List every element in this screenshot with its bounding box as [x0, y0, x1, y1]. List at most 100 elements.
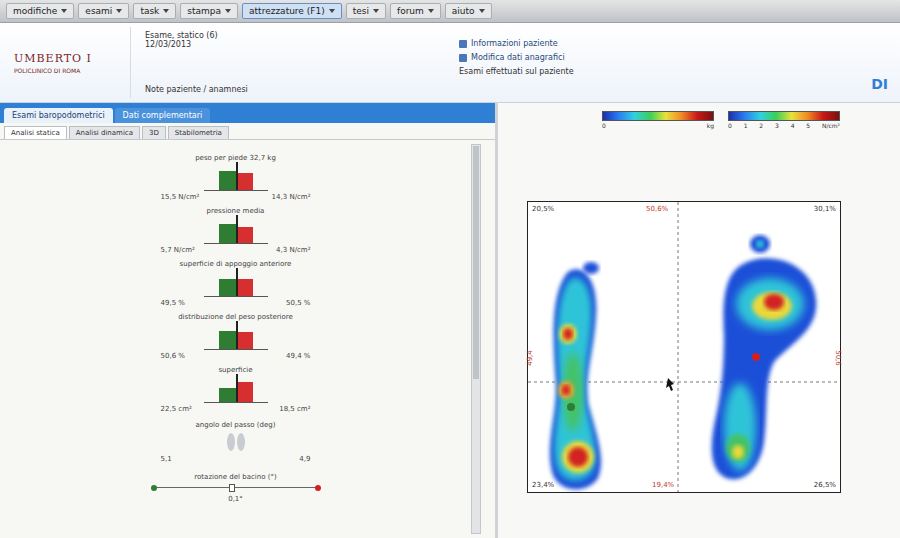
color-scale: 012345N/cm² [728, 111, 840, 129]
scale-gradient [602, 111, 714, 121]
left-panel: Esami baropodometriciDati complementari A… [0, 103, 498, 538]
right-panel: 0kg012345N/cm²20,5%50,6%30,1%23,4%19,4%2… [498, 103, 900, 538]
dropdown-icon [116, 9, 122, 13]
left-content: peso per piede 32,7 kg15,5 N/cm²14,3 N/c… [0, 140, 495, 538]
links: Informazioni paziente Modifica dati anagr… [459, 27, 853, 98]
scale-gradient [728, 111, 840, 121]
scale-ticks: 012345N/cm² [728, 122, 840, 129]
metric-label: pressione media [207, 207, 265, 215]
link-icon [459, 40, 467, 48]
metrics: peso per piede 32,7 kg15,5 N/cm²14,3 N/c… [0, 140, 471, 538]
slider-reading: 0,1° [228, 495, 243, 503]
center-mark [236, 374, 238, 402]
scale-tick: 2 [759, 122, 763, 129]
metric-label: superficie di appoggio anteriore [180, 260, 292, 268]
footprint-icon [222, 431, 250, 453]
metric: peso per piede 32,7 kg15,5 N/cm²14,3 N/c… [161, 154, 311, 201]
tab-bar: Esami baropodometriciDati complementari [0, 103, 495, 123]
metric: pressione media 5,7 N/cm²4,3 N/cm² [161, 207, 311, 254]
header: UMBERTO IPOLICLINICO DI ROMAEsame, stati… [0, 23, 900, 103]
right-bar [236, 227, 253, 243]
bottom-right-percent: 26,5% [814, 481, 836, 489]
color-scales: 0kg012345N/cm² [602, 111, 840, 129]
pressure-heatmap [528, 202, 840, 492]
patient-line: Esame, statico (6) [145, 31, 445, 40]
subtab[interactable]: Analisi statica [4, 126, 67, 139]
top-left-percent: 20,5% [532, 205, 554, 213]
right-reading: 14,3 N/cm² [272, 193, 311, 201]
left-side-percent: 49,4 [526, 350, 534, 366]
menu-button[interactable]: stampa [180, 3, 238, 19]
scrollbar[interactable] [471, 144, 481, 534]
top-center-percent: 50,6% [646, 205, 668, 213]
left-reading: 15,5 N/cm² [161, 193, 200, 201]
slider-right-dot [315, 485, 321, 491]
left-bar [219, 171, 236, 190]
readings: 5,7 N/cm²4,3 N/cm² [161, 246, 311, 254]
readings: 49,5 %50,5 % [161, 299, 311, 307]
menu-button[interactable]: esami [78, 3, 129, 19]
plot-wrap: 20,5% 50,6% 30,1% 23,4% 19,4% 26,5% 49,4 50,6 [527, 129, 871, 538]
left-cop-marker [567, 403, 575, 411]
center-mark [236, 162, 238, 190]
left-reading: 22,5 cm² [161, 405, 192, 413]
scroll-thumb[interactable] [473, 146, 479, 379]
right-reading: 18,5 cm² [279, 405, 310, 413]
header-link[interactable]: Informazioni paziente [459, 39, 853, 48]
foot-block: angolo del passo (deg)5,14,9 [161, 421, 311, 463]
tab[interactable]: Dati complementari [115, 108, 211, 123]
subtab[interactable]: 3D [142, 126, 166, 139]
link-icon [459, 54, 467, 62]
readings: 22,5 cm² 18,5 cm² [161, 405, 311, 413]
right-cop-marker [752, 353, 760, 361]
right-reading: 49,4 % [286, 352, 310, 360]
subtab[interactable]: Analisi dinamica [69, 126, 140, 139]
metric-label: superficie [218, 366, 252, 374]
subtab[interactable]: Stabilometria [168, 126, 229, 139]
scale-tick: 0 [728, 122, 732, 129]
right-bar [236, 279, 253, 296]
right-bar [236, 173, 253, 190]
scale-ticks: 0kg [602, 122, 714, 129]
footprint-plot: 20,5% 50,6% 30,1% 23,4% 19,4% 26,5% 49,4 50,6 [527, 201, 841, 493]
menu-button[interactable]: forum [390, 3, 441, 19]
right-foot [712, 235, 816, 479]
menu-button[interactable]: modifiche [6, 3, 74, 19]
bar-pair [204, 323, 268, 350]
slider-thumb[interactable] [229, 484, 235, 492]
metric: superficie 22,5 cm² 18,5 cm² [161, 366, 311, 413]
foot-readings: 5,14,9 [161, 455, 311, 463]
bottom-center-percent: 19,4% [652, 481, 674, 489]
slider[interactable] [151, 484, 321, 492]
right-bar [236, 332, 253, 349]
left-bar [219, 224, 236, 243]
foot-reading: 5,1 [161, 455, 172, 463]
dropdown-icon [61, 9, 67, 13]
readings: 50,6 % 49,4 % [161, 352, 311, 360]
center-cursor-icon [666, 378, 674, 391]
brand: DI [867, 76, 892, 98]
tab[interactable]: Esami baropodometrici [4, 108, 113, 123]
right-reading: 4,3 N/cm² [276, 246, 310, 254]
bar-pair [204, 217, 268, 244]
left-reading: 50,6 % [161, 352, 185, 360]
bottom-left-percent: 23,4% [532, 481, 554, 489]
metric: superficie di appoggio anteriore 49,5 %50… [161, 260, 311, 307]
header-link[interactable]: Modifica dati anagrafici [459, 53, 853, 62]
top-right-percent: 30,1% [814, 205, 836, 213]
left-bar [219, 331, 236, 349]
readings: 15,5 N/cm² 14,3 N/cm² [161, 193, 311, 201]
menu-button[interactable]: task [133, 3, 176, 19]
right-side-percent: 50,6 [834, 350, 842, 366]
menu-button[interactable]: tesi [346, 3, 386, 19]
slider-track [155, 487, 317, 488]
patient-note[interactable]: Note paziente / anamnesi [145, 85, 445, 94]
scale-unit: kg [707, 122, 714, 129]
metric-label: distribuzione del peso posteriore [178, 313, 293, 321]
patient-line: 12/03/2013 [145, 40, 445, 49]
menu-button[interactable]: attrezzature (F1) [242, 3, 342, 19]
color-scale: 0kg [602, 111, 714, 129]
menu-button[interactable]: aiuto [445, 3, 492, 19]
dropdown-icon [428, 9, 434, 13]
dropdown-icon [329, 9, 335, 13]
